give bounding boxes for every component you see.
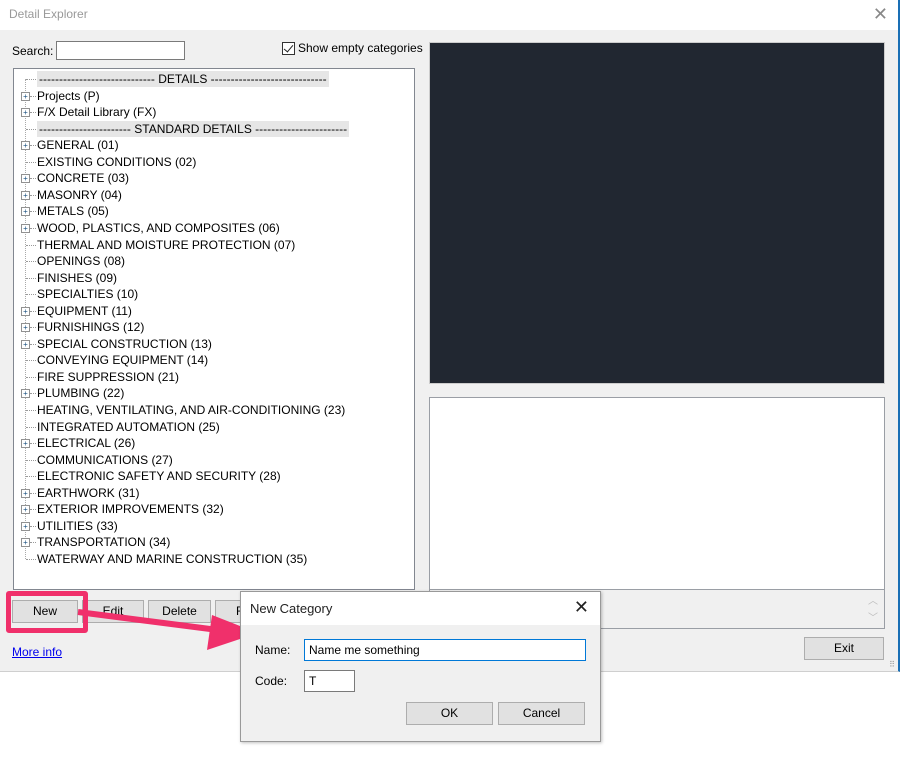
dialog-title-bar: New Category ✕ bbox=[241, 592, 600, 625]
dialog-title: New Category bbox=[250, 601, 333, 616]
dialog-close-icon[interactable]: ✕ bbox=[574, 597, 589, 618]
new-category-dialog: New Category ✕ Name: Name me something C… bbox=[240, 591, 601, 742]
ok-button[interactable]: OK bbox=[406, 702, 493, 725]
name-label: Name: bbox=[255, 643, 291, 657]
name-input[interactable]: Name me something bbox=[304, 639, 586, 661]
cancel-button[interactable]: Cancel bbox=[498, 702, 585, 725]
code-input[interactable]: T bbox=[304, 670, 355, 692]
arrow-shaft bbox=[77, 609, 219, 633]
code-label: Code: bbox=[255, 674, 288, 688]
